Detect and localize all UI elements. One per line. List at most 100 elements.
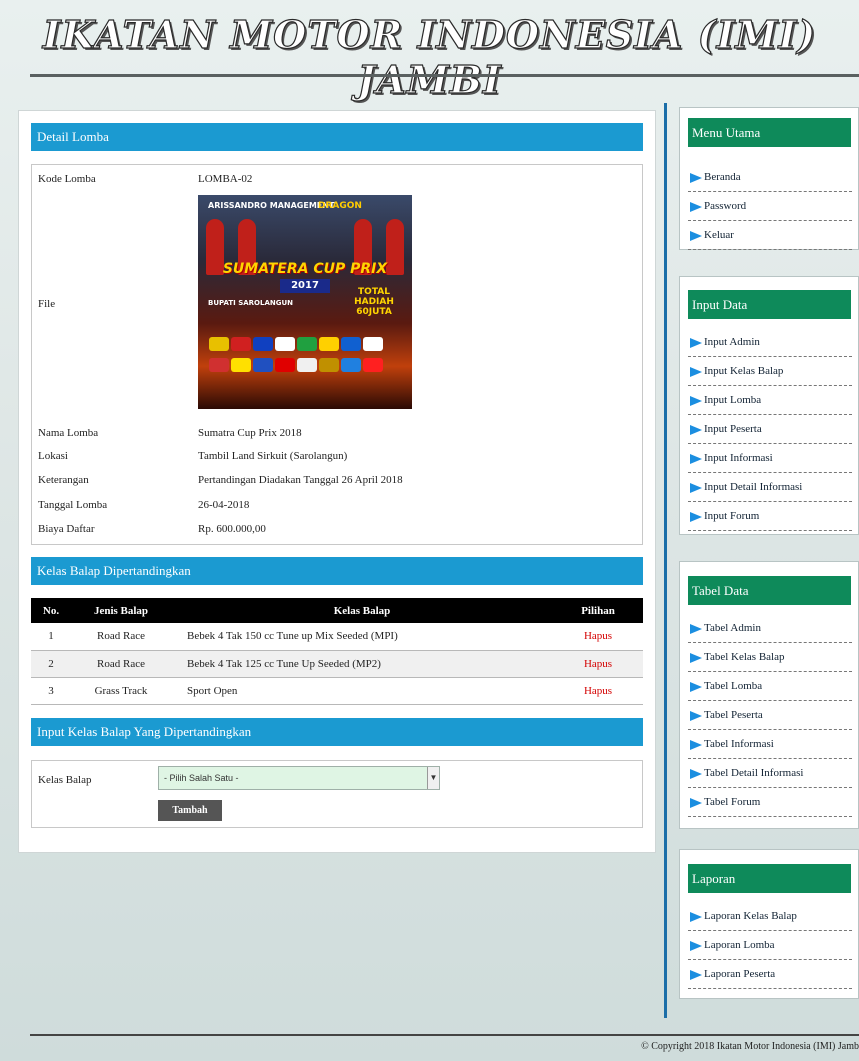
- hapus-link[interactable]: Hapus: [553, 677, 643, 705]
- kelas-balap-select[interactable]: - Pilih Salah Satu - ▼: [158, 766, 440, 790]
- menu-item-keluar[interactable]: Keluar: [688, 221, 852, 250]
- input-kelas-form: Kelas Balap - Pilih Salah Satu - ▼ Tamba…: [31, 760, 643, 828]
- menu-item-label: Tabel Admin: [704, 622, 761, 634]
- detail-box: Kode Lomba LOMBA-02 File ARISSANDRO MANA…: [31, 164, 643, 545]
- row-kelas: Bebek 4 Tak 125 cc Tune Up Seeded (MP2): [171, 650, 553, 678]
- menu-item-input-admin[interactable]: Input Admin: [688, 328, 852, 357]
- row-jenis: Road Race: [71, 650, 171, 678]
- menu-item-password[interactable]: Password: [688, 192, 852, 221]
- menu-item-tabel-lomba[interactable]: Tabel Lomba: [688, 672, 852, 701]
- site-title: IKATAN MOTOR INDONESIA (IMI) JAMBI: [42, 11, 817, 102]
- row-no: 3: [31, 677, 71, 705]
- menu-item-tabel-kelas-balap[interactable]: Tabel Kelas Balap: [688, 643, 852, 672]
- table-row: 3 Grass Track Sport Open Hapus: [31, 677, 643, 705]
- poster-dragon-logo: DRAGON: [318, 201, 362, 211]
- menu-item-input-informasi[interactable]: Input Informasi: [688, 444, 852, 473]
- menu-item-input-lomba[interactable]: Input Lomba: [688, 386, 852, 415]
- tambah-button[interactable]: Tambah: [158, 800, 222, 821]
- select-value: - Pilih Salah Satu -: [164, 773, 239, 783]
- dropdown-arrow-icon[interactable]: ▼: [427, 767, 439, 789]
- tanggal-value: 26-04-2018: [198, 499, 250, 511]
- arrow-icon: [690, 740, 702, 750]
- arrow-icon: [690, 338, 702, 348]
- nama-value: Sumatra Cup Prix 2018: [198, 427, 302, 439]
- menu-item-laporan-lomba[interactable]: Laporan Lomba: [688, 931, 852, 960]
- laporan-title: Laporan: [688, 864, 851, 893]
- footer-divider: [30, 1034, 859, 1036]
- arrow-icon: [690, 769, 702, 779]
- menu-item-label: Tabel Informasi: [704, 738, 774, 750]
- menu-item-label: Input Forum: [704, 510, 760, 522]
- kode-value: LOMBA-02: [198, 173, 253, 185]
- menu-item-label: Input Kelas Balap: [704, 365, 784, 377]
- poster-title: SUMATERA CUP PRIX: [222, 261, 388, 277]
- arrow-icon: [690, 396, 702, 406]
- col-no: No.: [31, 598, 71, 623]
- arrow-icon: [690, 202, 702, 212]
- table-header-row: No. Jenis Balap Kelas Balap Pilihan: [31, 598, 643, 623]
- arrow-icon: [690, 912, 702, 922]
- col-kelas: Kelas Balap: [171, 598, 553, 623]
- menu-item-input-kelas-balap[interactable]: Input Kelas Balap: [688, 357, 852, 386]
- kelas-table: No. Jenis Balap Kelas Balap Pilihan 1 Ro…: [31, 598, 643, 705]
- poster-subtitle: BUPATI SAROLANGUN: [208, 299, 294, 307]
- menu-item-tabel-informasi[interactable]: Tabel Informasi: [688, 730, 852, 759]
- arrow-icon: [690, 173, 702, 183]
- menu-item-tabel-peserta[interactable]: Tabel Peserta: [688, 701, 852, 730]
- menu-item-laporan-peserta[interactable]: Laporan Peserta: [688, 960, 852, 989]
- menu-item-label: Input Admin: [704, 336, 760, 348]
- kelas-balap-label: Kelas Balap: [38, 774, 92, 786]
- menu-item-tabel-admin[interactable]: Tabel Admin: [688, 614, 852, 643]
- row-jenis: Grass Track: [71, 677, 171, 705]
- laporan-list: Laporan Kelas Balap Laporan Lomba Lapora…: [688, 902, 852, 989]
- menu-item-label: Laporan Peserta: [704, 968, 776, 980]
- row-no: 1: [31, 623, 71, 651]
- menu-utama-list: Beranda Password Keluar: [688, 163, 852, 250]
- menu-item-input-detail-informasi[interactable]: Input Detail Informasi: [688, 473, 852, 502]
- arrow-icon: [690, 425, 702, 435]
- row-no: 2: [31, 650, 71, 678]
- event-poster-image: ARISSANDRO MANAGEMENT DRAGON SUMATERA CU…: [198, 195, 412, 409]
- menu-item-input-forum[interactable]: Input Forum: [688, 502, 852, 531]
- keterangan-value: Pertandingan Diadakan Tanggal 26 April 2…: [198, 474, 403, 486]
- menu-item-label: Tabel Detail Informasi: [704, 767, 804, 779]
- input-data-list: Input Admin Input Kelas Balap Input Lomb…: [688, 328, 852, 531]
- menu-item-label: Tabel Forum: [704, 796, 761, 808]
- input-data-panel: Input Data Input Admin Input Kelas Balap…: [679, 276, 859, 535]
- form-section-title: Input Kelas Balap Yang Dipertandingkan: [31, 718, 643, 746]
- hapus-link[interactable]: Hapus: [553, 623, 643, 651]
- menu-item-tabel-forum[interactable]: Tabel Forum: [688, 788, 852, 817]
- tabel-data-panel: Tabel Data Tabel Admin Tabel Kelas Balap…: [679, 561, 859, 829]
- row-kelas: Sport Open: [171, 677, 553, 705]
- tabel-data-title: Tabel Data: [688, 576, 851, 605]
- main-content: Detail Lomba Kode Lomba LOMBA-02 File AR…: [18, 110, 656, 853]
- row-kelas: Bebek 4 Tak 150 cc Tune up Mix Seeded (M…: [171, 623, 553, 651]
- arrow-icon: [690, 970, 702, 980]
- arrow-icon: [690, 231, 702, 241]
- hapus-link[interactable]: Hapus: [553, 650, 643, 678]
- arrow-icon: [690, 941, 702, 951]
- poster-sponsor-logos: [208, 335, 402, 377]
- menu-item-tabel-detail-informasi[interactable]: Tabel Detail Informasi: [688, 759, 852, 788]
- menu-item-label: Keluar: [704, 229, 734, 241]
- menu-item-label: Tabel Kelas Balap: [704, 651, 785, 663]
- vertical-divider: [664, 103, 667, 1018]
- lokasi-label: Lokasi: [38, 450, 68, 462]
- menu-item-label: Laporan Lomba: [704, 939, 775, 951]
- col-jenis: Jenis Balap: [71, 598, 171, 623]
- menu-item-input-peserta[interactable]: Input Peserta: [688, 415, 852, 444]
- copyright-text: © Copyright 2018 Ikatan Motor Indonesia …: [641, 1041, 859, 1052]
- menu-item-label: Input Peserta: [704, 423, 762, 435]
- menu-item-beranda[interactable]: Beranda: [688, 163, 852, 192]
- input-data-title: Input Data: [688, 290, 851, 319]
- menu-utama-title: Menu Utama: [688, 118, 851, 147]
- kode-label: Kode Lomba: [38, 173, 96, 185]
- tabel-data-list: Tabel Admin Tabel Kelas Balap Tabel Lomb…: [688, 614, 852, 817]
- arrow-icon: [690, 711, 702, 721]
- detail-section-title: Detail Lomba: [31, 123, 643, 151]
- menu-item-laporan-kelas-balap[interactable]: Laporan Kelas Balap: [688, 902, 852, 931]
- kelas-section-title: Kelas Balap Dipertandingkan: [31, 557, 643, 585]
- biaya-value: Rp. 600.000,00: [198, 523, 266, 535]
- nama-label: Nama Lomba: [38, 427, 99, 439]
- arrow-icon: [690, 624, 702, 634]
